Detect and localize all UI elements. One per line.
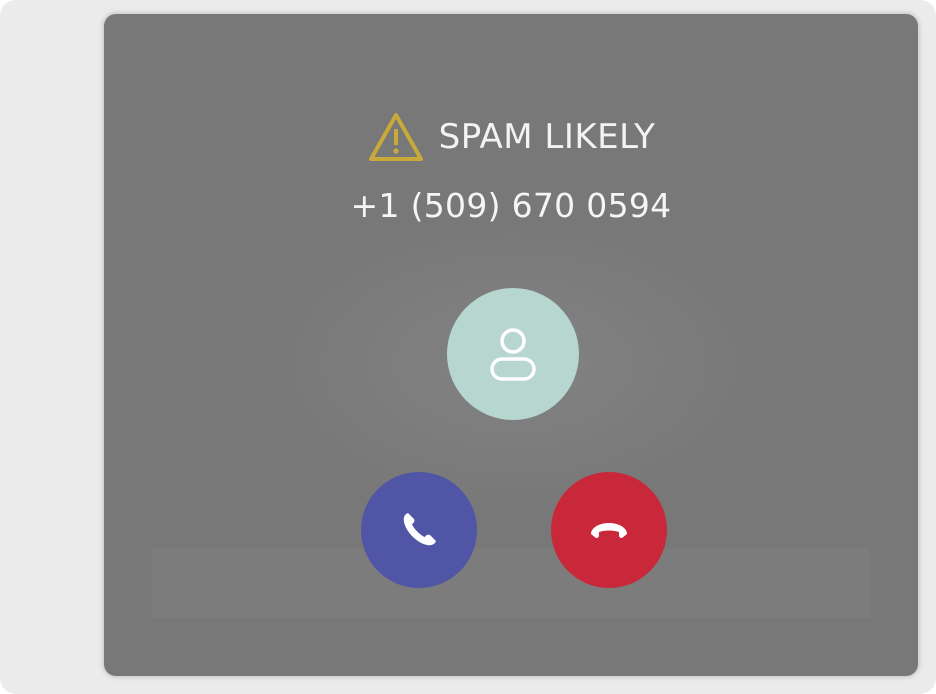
- caller-avatar: [447, 288, 579, 420]
- spam-likely-label: SPAM LIKELY: [438, 117, 656, 157]
- phone-icon: [403, 513, 436, 546]
- incoming-call-screen: SPAM LIKELY +1 (509) 670 0594: [104, 14, 918, 676]
- warning-triangle-icon: [367, 111, 425, 163]
- screenshot-frame: SPAM LIKELY +1 (509) 670 0594: [0, 0, 936, 694]
- person-icon: [490, 328, 536, 381]
- caller-phone-number: +1 (509) 670 0594: [350, 186, 672, 225]
- answer-call-button[interactable]: [361, 472, 477, 588]
- spam-warning-row: SPAM LIKELY: [104, 106, 918, 168]
- decline-call-button[interactable]: [551, 472, 667, 588]
- bottom-band: [152, 548, 870, 618]
- phone-hangup-icon: [591, 523, 627, 538]
